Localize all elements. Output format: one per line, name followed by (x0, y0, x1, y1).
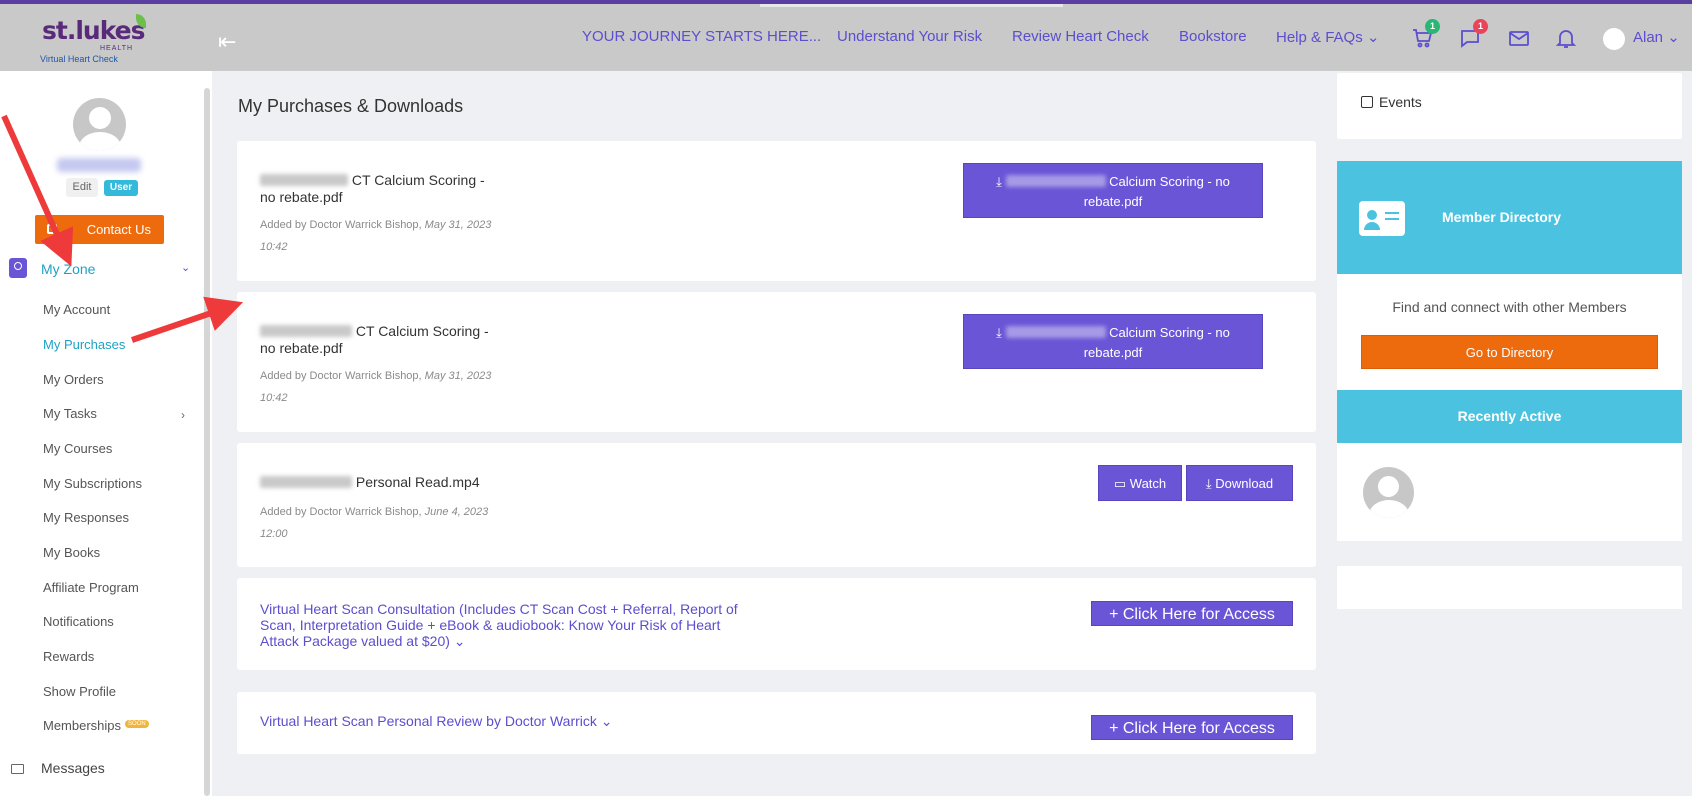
sidebar-item-my-subscriptions[interactable]: My Subscriptions (43, 476, 142, 491)
member-directory-header: Member Directory (1337, 161, 1682, 274)
empty-widget (1337, 566, 1682, 609)
sidebar-item-my-purchases[interactable]: My Purchases (43, 337, 125, 352)
collapse-sidebar-icon[interactable]: ⇤ (218, 29, 236, 55)
purchase-file-card: CT Calcium Scoring - no rebate.pdf Added… (237, 292, 1316, 432)
file-name[interactable]: Personal Read.mp4 (260, 474, 480, 491)
click-here-for-access-button[interactable]: + Click Here for Access (1091, 601, 1293, 626)
sidebar-item-my-orders[interactable]: My Orders (43, 372, 104, 387)
download-icon: ⤓ (996, 325, 1002, 340)
user-role-badge: User (104, 180, 138, 196)
nav-bookstore-link[interactable]: Bookstore (1179, 28, 1247, 45)
sidebar-item-messages[interactable]: Messages (41, 760, 105, 776)
sidebar-item-my-tasks[interactable]: My Tasks (43, 406, 97, 421)
messages-chat-icon[interactable]: 1 (1458, 19, 1488, 50)
nav-understand-risk-link[interactable]: Understand Your Risk (837, 28, 982, 45)
file-name[interactable]: CT Calcium Scoring - no rebate.pdf (260, 323, 489, 357)
added-by-info: Added by Doctor Warrick Bishop, June 4, … (260, 506, 489, 540)
sidebar-section-my-zone[interactable]: My Zone (41, 261, 95, 277)
go-to-directory-button[interactable]: Go to Directory (1361, 335, 1658, 369)
logo-health-text: HEALTH (100, 45, 134, 52)
page-title: My Purchases & Downloads (238, 96, 464, 116)
sidebar-scrollbar[interactable] (204, 88, 210, 796)
messages-count-badge: 1 (1473, 19, 1488, 34)
download-icon: ⤓ (996, 174, 1002, 189)
contact-us-button[interactable]: Contact Us (35, 215, 164, 244)
video-camera-icon: ▭ (1113, 476, 1127, 491)
chevron-right-icon[interactable]: › (181, 408, 185, 422)
events-widget: Events (1337, 73, 1682, 139)
purchase-video-card: Personal Read.mp4 Added by Doctor Warric… (237, 443, 1316, 567)
recently-active-body (1337, 443, 1682, 541)
click-here-for-access-button[interactable]: + Click Here for Access (1091, 715, 1293, 740)
nav-review-heart-check-link[interactable]: Review Heart Check (1012, 28, 1149, 45)
events-label[interactable]: Events (1379, 94, 1422, 110)
journey-progress-track (760, 4, 1063, 7)
user-menu-dropdown[interactable]: Alan ⌄ (1633, 28, 1680, 46)
memberships-label: Memberships (43, 718, 122, 733)
personal-review-link[interactable]: Virtual Heart Scan Personal Review by Do… (260, 713, 613, 729)
consultation-package-link[interactable]: Virtual Heart Scan Consultation (Include… (260, 601, 738, 649)
added-by-info: Added by Doctor Warrick Bishop, May 31, … (260, 219, 492, 253)
sidebar-item-affiliate-program[interactable]: Affiliate Program (43, 580, 139, 595)
access-item-card: Virtual Heart Scan Consultation (Include… (237, 578, 1316, 670)
my-zone-icon (9, 258, 27, 278)
logo-brand-text: st.lukes (42, 16, 145, 45)
profile-name-redacted (57, 158, 141, 172)
sidebar-item-my-books[interactable]: My Books (43, 545, 100, 560)
redacted-text (260, 325, 352, 337)
user-avatar-icon[interactable] (1603, 28, 1625, 50)
id-card-icon (1359, 201, 1405, 236)
redacted-text (260, 174, 348, 186)
access-item-card: Virtual Heart Scan Personal Review by Do… (237, 692, 1316, 754)
redacted-text (1005, 326, 1106, 338)
file-name[interactable]: CT Calcium Scoring - no rebate.pdf (260, 172, 485, 206)
sidebar-item-my-responses[interactable]: My Responses (43, 510, 129, 525)
calendar-icon (1361, 96, 1373, 108)
member-directory-title: Member Directory (1442, 209, 1562, 225)
sidebar-item-notifications[interactable]: Notifications (43, 614, 114, 629)
download-file-button[interactable]: ⤓ Calcium Scoring - no rebate.pdf (963, 163, 1263, 218)
added-by-info: Added by Doctor Warrick Bishop, May 31, … (260, 370, 492, 404)
sidebar-item-show-profile[interactable]: Show Profile (43, 684, 116, 699)
watch-button[interactable]: ▭ Watch (1098, 465, 1182, 501)
sidebar-item-rewards[interactable]: Rewards (43, 649, 94, 664)
st-lukes-logo[interactable]: st.lukes HEALTH Virtual Heart Check (40, 14, 150, 66)
profile-avatar[interactable] (73, 98, 126, 151)
edit-profile-button[interactable]: Edit (66, 178, 98, 197)
contact-us-label: Contact Us (86, 222, 151, 237)
purchase-file-card: CT Calcium Scoring - no rebate.pdf Added… (237, 141, 1316, 281)
download-button[interactable]: ⤓ Download (1186, 465, 1293, 501)
redacted-text (1005, 175, 1106, 187)
redacted-text (260, 476, 352, 488)
member-avatar[interactable] (1363, 467, 1414, 518)
member-directory-subtitle: Find and connect with other Members (1392, 299, 1627, 315)
cart-count-badge: 1 (1425, 19, 1440, 34)
cart-icon[interactable]: 1 (1410, 19, 1440, 50)
nav-help-faqs-dropdown[interactable]: Help & FAQs ⌄ (1276, 28, 1379, 46)
download-file-button[interactable]: ⤓ Calcium Scoring - no rebate.pdf (963, 314, 1263, 369)
envelope-icon (11, 764, 24, 774)
contact-icon (47, 224, 57, 234)
sidebar-item-my-account[interactable]: My Account (43, 302, 110, 317)
notifications-bell-icon[interactable] (1554, 26, 1578, 50)
recently-active-title: Recently Active (1337, 390, 1682, 443)
member-directory-body: Find and connect with other Members Go t… (1337, 274, 1682, 390)
soon-badge: SOON (125, 720, 149, 728)
logo-product-text: Virtual Heart Check (40, 54, 118, 64)
mail-icon[interactable] (1507, 26, 1531, 50)
nav-journey-link[interactable]: YOUR JOURNEY STARTS HERE... (582, 28, 821, 45)
sidebar-item-memberships[interactable]: Memberships SOON (43, 718, 149, 733)
download-icon: ⤓ (1205, 476, 1212, 491)
sidebar-item-my-courses[interactable]: My Courses (43, 441, 112, 456)
chevron-down-icon[interactable]: ⌄ (181, 261, 190, 274)
